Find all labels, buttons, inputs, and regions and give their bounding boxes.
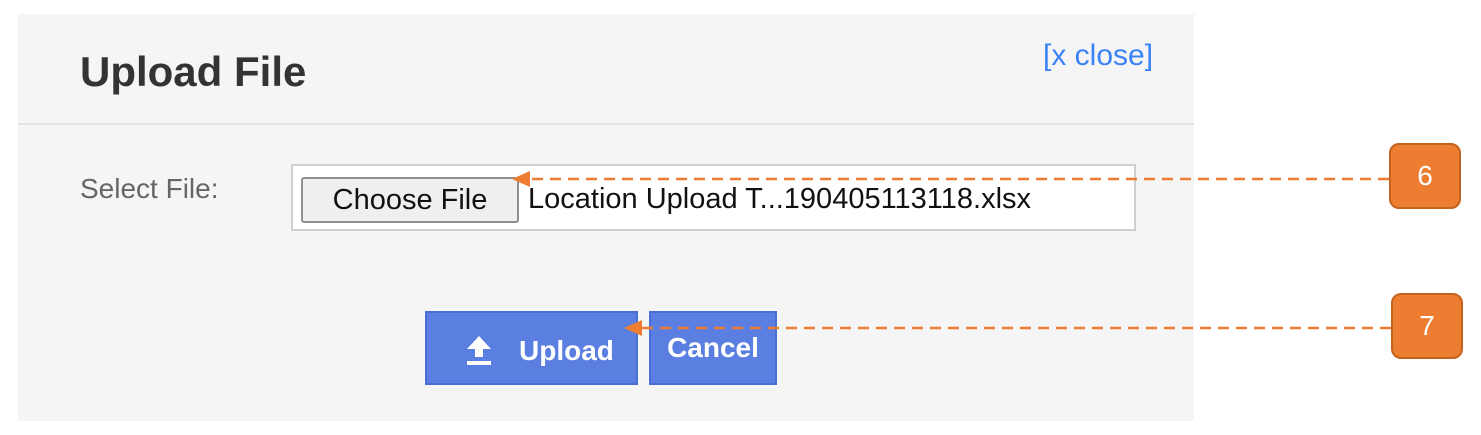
upload-button-label: Upload [519, 335, 614, 366]
file-input[interactable]: Choose File Location Upload T...19040511… [291, 164, 1136, 231]
upload-file-dialog: Upload File [x close] Select File: Choos… [18, 14, 1194, 421]
callout-badge-6: 6 [1389, 143, 1461, 209]
callout-badge-7: 7 [1391, 293, 1463, 359]
upload-arrow-icon [467, 336, 491, 365]
cancel-button[interactable]: Cancel [649, 311, 777, 385]
choose-file-button[interactable]: Choose File [301, 177, 519, 223]
selected-file-name: Location Upload T...190405113118.xlsx [528, 183, 1032, 215]
close-link[interactable]: [x close] [1043, 38, 1153, 74]
dialog-header: Upload File [x close] [18, 14, 1194, 125]
select-file-label: Select File: [80, 173, 219, 204]
cancel-button-label: Cancel [667, 332, 759, 363]
upload-button[interactable]: Upload [425, 311, 638, 385]
dialog-title: Upload File [80, 48, 307, 95]
